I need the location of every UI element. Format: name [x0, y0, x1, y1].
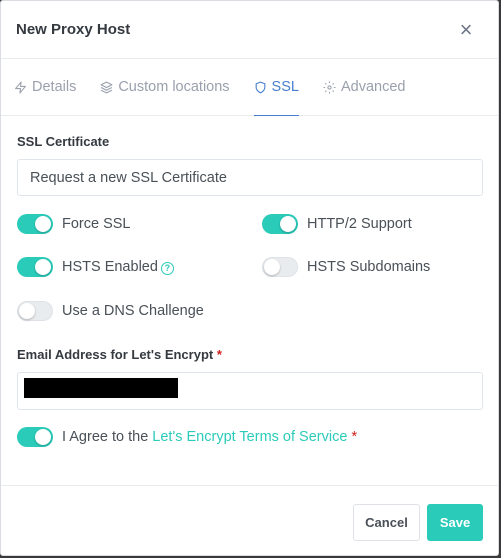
tab-ssl[interactable]: SSL: [253, 59, 300, 116]
hsts-label-text: HSTS Enabled: [62, 259, 158, 275]
tab-custom-locations[interactable]: Custom locations: [100, 59, 230, 115]
modal-title: New Proxy Host: [16, 21, 131, 38]
http2-option: HTTP/2 Support: [262, 214, 501, 234]
toggle-row-2: HSTS Enabled? HSTS Subdomains: [17, 256, 501, 278]
hsts-subdomains-toggle[interactable]: [262, 257, 298, 277]
toggle-knob: [35, 216, 51, 232]
gear-icon: [323, 81, 336, 93]
required-mark: *: [351, 429, 358, 445]
http2-label: HTTP/2 Support: [307, 216, 412, 232]
toggle-knob: [264, 259, 280, 275]
agree-toggle[interactable]: [17, 427, 53, 447]
required-mark: *: [216, 347, 222, 362]
ssl-certificate-select[interactable]: Request a new SSL Certificate: [17, 159, 483, 196]
hsts-option: HSTS Enabled?: [17, 257, 262, 277]
agree-prefix: I Agree to the: [62, 429, 153, 445]
tab-label: Custom locations: [118, 79, 230, 95]
modal-header: New Proxy Host ×: [1, 1, 498, 59]
new-proxy-host-modal: New Proxy Host × Details Custom location…: [0, 0, 499, 556]
tab-label: Details: [32, 79, 77, 95]
email-input[interactable]: [17, 372, 483, 410]
ssl-certificate-label: SSL Certificate: [17, 134, 110, 149]
dns-challenge-label: Use a DNS Challenge: [62, 303, 204, 319]
hsts-label: HSTS Enabled?: [62, 259, 174, 275]
tab-details[interactable]: Details: [14, 59, 76, 115]
force-ssl-toggle[interactable]: [17, 214, 53, 234]
tab-label: Advanced: [340, 79, 406, 95]
hsts-subdomains-label: HSTS Subdomains: [307, 259, 431, 275]
toggle-knob: [35, 429, 51, 445]
toggle-knob: [19, 303, 35, 319]
http2-toggle[interactable]: [262, 214, 298, 234]
force-ssl-label: Force SSL: [62, 216, 131, 232]
agree-label: I Agree to the Let's Encrypt Terms of Se…: [62, 429, 357, 445]
cancel-button[interactable]: Cancel: [353, 504, 420, 541]
layers-icon: [100, 81, 113, 93]
email-label-text: Email Address for Let's Encrypt: [17, 347, 214, 362]
toggle-row-1: Force SSL HTTP/2 Support: [17, 213, 501, 235]
close-icon[interactable]: ×: [454, 18, 478, 42]
zap-icon: [15, 81, 26, 93]
force-ssl-option: Force SSL: [17, 214, 262, 234]
email-label: Email Address for Let's Encrypt *: [17, 347, 222, 362]
terms-of-service-link[interactable]: Let's Encrypt Terms of Service: [152, 429, 347, 445]
tab-label: SSL: [271, 79, 299, 95]
save-button[interactable]: Save: [427, 504, 483, 541]
tab-advanced[interactable]: Advanced: [323, 59, 406, 115]
dns-challenge-option: Use a DNS Challenge: [17, 301, 262, 321]
tab-bar: Details Custom locations SSL Advanced: [1, 59, 498, 116]
help-icon[interactable]: ?: [160, 261, 174, 275]
agree-option: I Agree to the Let's Encrypt Terms of Se…: [17, 427, 357, 447]
redacted-email: [24, 378, 178, 398]
toggle-row-3: Use a DNS Challenge: [17, 300, 262, 322]
hsts-subdomains-option: HSTS Subdomains: [262, 257, 501, 277]
toggle-knob: [35, 259, 51, 275]
dns-challenge-toggle[interactable]: [17, 301, 53, 321]
agree-row: I Agree to the Let's Encrypt Terms of Se…: [17, 426, 357, 448]
modal-footer: Cancel Save: [1, 485, 498, 557]
toggle-knob: [280, 216, 296, 232]
shield-icon: [255, 81, 265, 93]
hsts-toggle[interactable]: [17, 257, 53, 277]
